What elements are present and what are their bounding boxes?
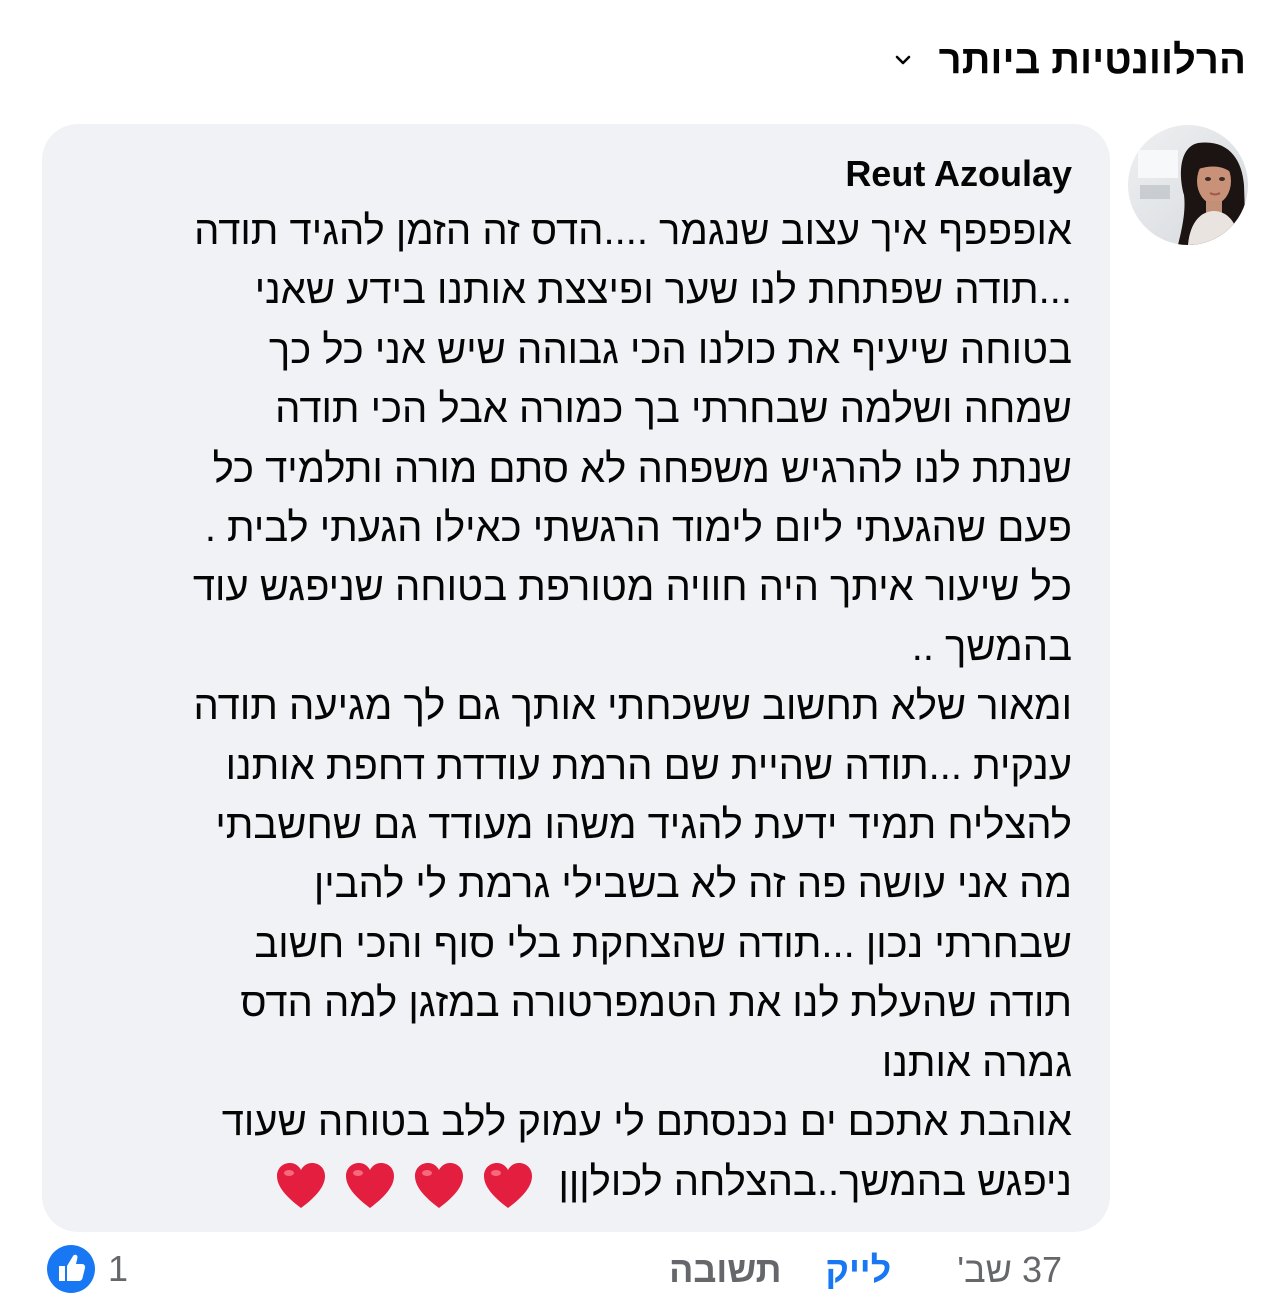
reaction-count: 1 — [108, 1248, 129, 1289]
reaction-summary[interactable]: 1 — [46, 1244, 128, 1294]
comment-line: פעם שהגעתי ליום לימוד הרגשתי כאילו הגעתי… — [204, 506, 1072, 551]
comment-line: שבחרתי נכון ...תודה שהצחקת בלי סוף והכי … — [254, 921, 1072, 966]
comment-line: שנתת לנו להרגיש משפחה לא סתם מורה ותלמיד… — [212, 446, 1072, 491]
comment-actions: 37 שב' לייק תשובה — [669, 1246, 1062, 1294]
heart-icon — [276, 1162, 325, 1208]
comment-line: בהמשך .. — [911, 624, 1072, 669]
comment-line: כל שיעור איתך היה חוויה מטורפת בטוחה שני… — [192, 565, 1072, 610]
comment-line: בטוחה שיעיף את כולנו הכי גבוהה שיש אני כ… — [268, 327, 1072, 372]
like-reaction-icon — [46, 1244, 96, 1294]
comment-line: ...תודה שפתחת לנו שער ופיצצת אותנו בידע … — [254, 268, 1072, 313]
comment-text: אופפפף איך עצוב שנגמר ....הדס זה הזמן לה… — [72, 202, 1072, 1214]
comment-bubble: Reut Azoulay אופפפף איך עצוב שנגמר ....ה… — [42, 124, 1110, 1232]
sort-label: הרלוונטיות ביותר — [938, 38, 1246, 82]
heart-icon — [346, 1162, 395, 1208]
comment-line-text: ניפגש בהמשך..בהצלחה לכולןןן — [558, 1159, 1072, 1204]
reply-button[interactable]: תשובה — [669, 1246, 781, 1294]
like-button[interactable]: לייק — [825, 1246, 891, 1294]
comment-line: תודה שהעלת לנו את הטמפרטורה במזגן למה הד… — [240, 981, 1072, 1026]
profile-photo-icon — [1128, 125, 1248, 245]
heart-icon — [415, 1162, 464, 1208]
comment-line: מה אני עושה פה זה לא בשבילי גרמת לי להבי… — [313, 862, 1072, 907]
avatar[interactable] — [1128, 125, 1248, 245]
chevron-down-icon — [893, 50, 913, 70]
comment-timestamp[interactable]: 37 שב' — [957, 1246, 1062, 1294]
comment-line: להצליח תמיד ידעת להגיד משהו מעודד גם שחש… — [215, 803, 1072, 848]
comment-author[interactable]: Reut Azoulay — [845, 152, 1072, 196]
comment-line: ומאור שלא תחשוב ששכחתי אותך גם לך מגיעה … — [193, 684, 1072, 729]
heart-emojis — [272, 1154, 537, 1213]
comment-line: אופפפף איך עצוב שנגמר ....הדס זה הזמן לה… — [194, 209, 1072, 253]
heart-icon — [484, 1162, 533, 1208]
sort-dropdown[interactable]: הרלוונטיות ביותר — [893, 32, 1246, 88]
comment-line-last: ניפגש בהמשך..בהצלחה לכולןןן — [72, 1153, 1072, 1214]
comment-line: שמחה ושלמה שבחרתי בך כמורה אבל הכי תודה — [275, 387, 1072, 432]
comment-line: ענקית ...תודה שהיית שם הרמת עודדת דחפת א… — [225, 743, 1072, 788]
comment-line: אוהבת אתכם ים נכנסתם לי עמוק ללב בטוחה ש… — [221, 1100, 1072, 1145]
comment-line: גמרה אותנו — [881, 1040, 1072, 1085]
